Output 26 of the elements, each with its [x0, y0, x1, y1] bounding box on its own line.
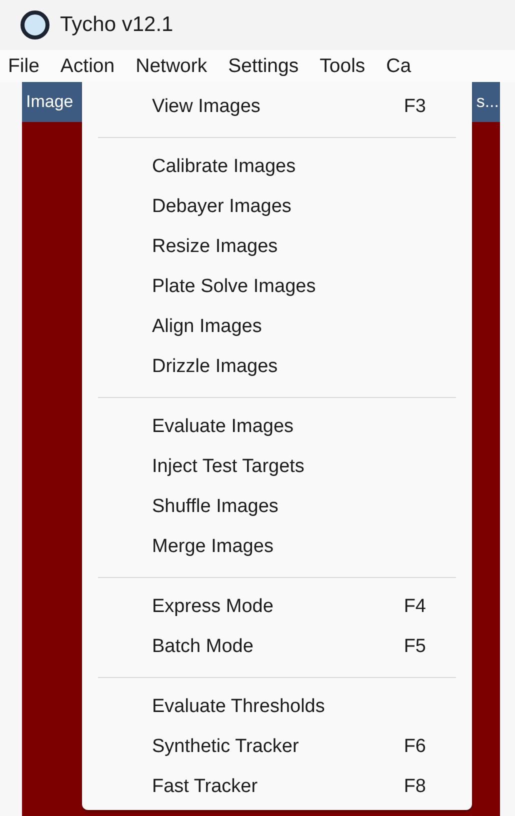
menu-item[interactable]: Synthetic Tracker F6 [82, 727, 472, 767]
menu-item[interactable]: Evaluate Images [82, 407, 472, 447]
menu-bar-item[interactable]: Action [60, 54, 115, 78]
menu-item[interactable]: Merge Images [82, 527, 472, 567]
menu-item[interactable]: Fast Tracker F8 [82, 767, 472, 807]
menu-item[interactable]: Calibrate Images [82, 147, 472, 187]
menu-item[interactable]: Debayer Images [82, 187, 472, 227]
menu-bar-item[interactable]: Ca [386, 54, 412, 78]
menu-item[interactable]: Plate Solve Images [82, 267, 472, 307]
menu-item[interactable]: Drizzle Images [82, 347, 472, 387]
header-text: s... [476, 92, 499, 112]
window-title: Tycho v12.1 [60, 13, 174, 37]
menu-bar-item[interactable]: Settings [228, 54, 299, 78]
menu-item[interactable]: Shuffle Images [82, 487, 472, 527]
menu-bar-item[interactable]: Network [136, 54, 208, 78]
header-text: Image [26, 92, 74, 112]
menu-item[interactable]: View Images F3 [82, 87, 472, 127]
app-icon [20, 10, 50, 40]
menu-bar-item[interactable]: File [8, 54, 40, 78]
menu-item[interactable]: Batch Mode F5 [82, 627, 472, 667]
menu-item[interactable]: Align Images [82, 307, 472, 347]
menu-bar-item[interactable]: Tools [320, 54, 366, 78]
menu-item[interactable]: Evaluate Thresholds [82, 687, 472, 727]
menu-item[interactable]: Inject Test Targets [82, 447, 472, 487]
menu-item[interactable]: Resize Images [82, 227, 472, 267]
menu-item[interactable]: Express Mode F4 [82, 587, 472, 627]
